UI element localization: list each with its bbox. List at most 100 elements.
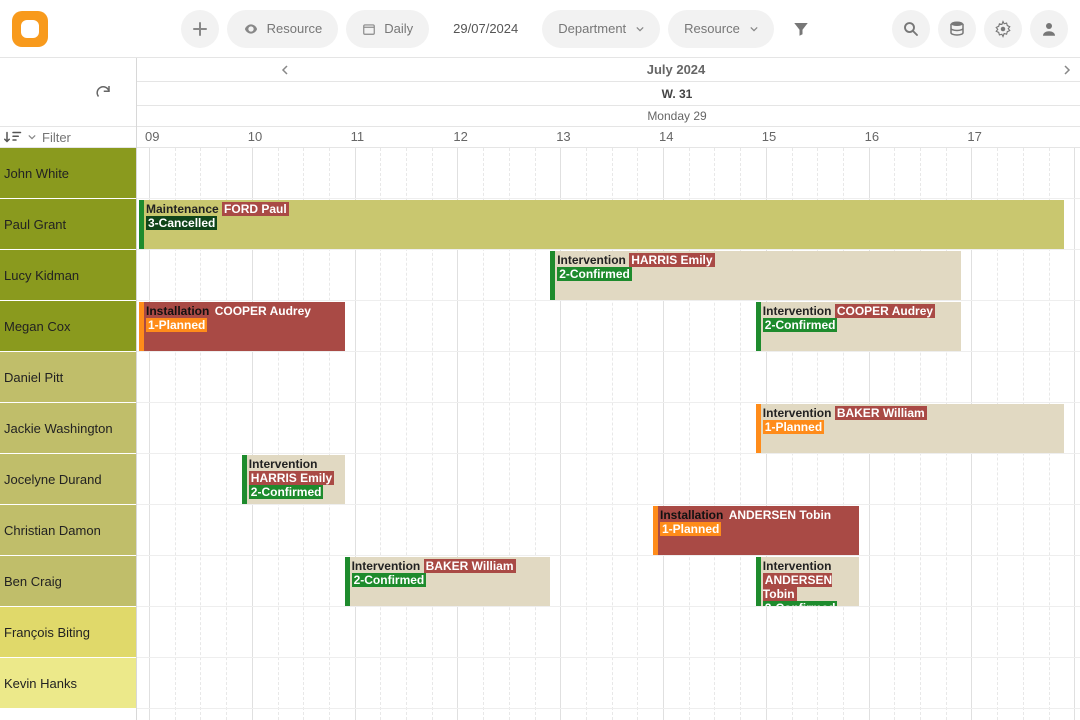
event-task: Intervention: [763, 559, 832, 573]
event[interactable]: Intervention BAKER William2-Confirmed: [345, 557, 551, 606]
event-task: Maintenance: [146, 202, 222, 216]
resource-cell[interactable]: Jackie Washington: [0, 403, 136, 454]
prev-date[interactable]: [272, 58, 298, 82]
event-client: COOPER Audrey: [835, 304, 935, 318]
left-panel: John WhitePaul GrantLucy KidmanMegan Cox…: [0, 58, 137, 720]
event[interactable]: Installation COOPER Audrey1-Planned: [139, 302, 345, 351]
chevron-down-icon: [28, 133, 36, 141]
event[interactable]: Intervention BAKER William 1-Planned: [756, 404, 1064, 453]
hour-label: 13: [556, 129, 570, 144]
timeline-row[interactable]: [137, 505, 1080, 556]
resource-cell[interactable]: Christian Damon: [0, 505, 136, 556]
next-date[interactable]: [1054, 58, 1080, 82]
event-task: Intervention: [249, 457, 318, 471]
calendar-icon: [362, 22, 376, 36]
event-task: Intervention: [557, 253, 629, 267]
hour-label: 14: [659, 129, 673, 144]
event[interactable]: Installation ANDERSEN Tobin 1-Planned: [653, 506, 859, 555]
refresh-button[interactable]: [94, 83, 112, 101]
event[interactable]: Intervention HARRIS Emily2-Confirmed: [550, 251, 961, 300]
database-icon: [948, 20, 966, 38]
timeline-row[interactable]: [137, 658, 1080, 709]
date-picker[interactable]: 29/07/2024: [437, 10, 534, 48]
resource-cell[interactable]: Paul Grant: [0, 199, 136, 250]
event-status: 1-Planned: [763, 420, 824, 434]
chevron-right-icon: [1062, 65, 1072, 75]
search-icon: [902, 20, 920, 38]
settings-button[interactable]: [984, 10, 1022, 48]
event[interactable]: InterventionHARRIS Emily2-Confirmed: [242, 455, 345, 504]
resource-cell[interactable]: Jocelyne Durand: [0, 454, 136, 505]
event-client: HARRIS Emily: [629, 253, 714, 267]
timeline-row[interactable]: [137, 556, 1080, 607]
funnel-filter-button[interactable]: [782, 10, 820, 48]
timescale-label: Daily: [384, 21, 413, 36]
timeline-row[interactable]: [137, 607, 1080, 658]
user-button[interactable]: [1030, 10, 1068, 48]
hour-label: 11: [351, 129, 365, 144]
resource-cell[interactable]: Daniel Pitt: [0, 352, 136, 403]
hour-label: 16: [865, 129, 879, 144]
event-task: Installation: [146, 304, 213, 318]
resource-cell[interactable]: Kevin Hanks: [0, 658, 136, 709]
resource-cell[interactable]: Lucy Kidman: [0, 250, 136, 301]
resource-cell[interactable]: François Biting: [0, 607, 136, 658]
hour-label: 17: [967, 129, 981, 144]
sort-icon: [4, 130, 22, 144]
date-value: 29/07/2024: [453, 21, 518, 36]
gear-icon: [994, 20, 1012, 38]
event-status: 2-Confirmed: [249, 485, 324, 499]
event-task: Intervention: [763, 304, 835, 318]
resource-filter[interactable]: Resource: [668, 10, 774, 48]
hour-label: 12: [453, 129, 467, 144]
resource-cell[interactable]: Megan Cox: [0, 301, 136, 352]
department-filter[interactable]: Department: [542, 10, 660, 48]
timescale-select[interactable]: Daily: [346, 10, 429, 48]
timeline-row[interactable]: [137, 148, 1080, 199]
event-client: HARRIS Emily: [249, 471, 334, 485]
sort-button[interactable]: [4, 130, 22, 144]
event[interactable]: Maintenance FORD Paul 3-Cancelled: [139, 200, 1064, 249]
chevron-down-icon: [636, 25, 644, 33]
resource-filter-label: Resource: [684, 21, 740, 36]
event[interactable]: InterventionANDERSEN Tobin2-Confirmed: [756, 557, 859, 606]
refresh-icon: [94, 83, 112, 101]
main: John WhitePaul GrantLucy KidmanMegan Cox…: [0, 58, 1080, 720]
resource-view-select[interactable]: Resource: [227, 10, 339, 48]
event-status: 3-Cancelled: [146, 216, 217, 230]
logo-icon: [12, 11, 48, 47]
chevron-left-icon: [280, 65, 290, 75]
event-status: 2-Confirmed: [352, 573, 427, 587]
resource-list: John WhitePaul GrantLucy KidmanMegan Cox…: [0, 148, 136, 720]
event-client: BAKER William: [835, 406, 927, 420]
resource-cell[interactable]: Ben Craig: [0, 556, 136, 607]
event-status: 2-Confirmed: [557, 267, 632, 281]
resource-cell[interactable]: John White: [0, 148, 136, 199]
timeline: July 2024 W. 31 Monday 29 09101112131415…: [137, 58, 1080, 720]
eye-icon: [243, 21, 259, 37]
add-button[interactable]: [181, 10, 219, 48]
event-task: Installation: [660, 508, 727, 522]
funnel-icon: [792, 20, 810, 38]
hour-header: 091011121314151617: [137, 126, 1080, 148]
data-button[interactable]: [938, 10, 976, 48]
refresh-area: [0, 58, 136, 126]
event-task: Intervention: [763, 406, 835, 420]
event[interactable]: Intervention COOPER Audrey2-Confirmed: [756, 302, 962, 351]
month-bar: July 2024: [137, 58, 1080, 82]
day-label: Monday 29: [137, 106, 1080, 126]
hour-label: 09: [145, 129, 159, 144]
event-client: FORD Paul: [222, 202, 289, 216]
grid-rows: Maintenance FORD Paul 3-Cancelled Interven…: [137, 148, 1080, 720]
resource-view-label: Resource: [267, 21, 323, 36]
filter-input[interactable]: [42, 130, 122, 145]
month-label: July 2024: [298, 62, 1054, 77]
event-status: 1-Planned: [660, 522, 721, 536]
search-button[interactable]: [892, 10, 930, 48]
toolbar: PlanningPME PREMIUM Resource Daily 29/07…: [0, 0, 1080, 58]
event-status: 2-Confirmed: [763, 601, 838, 606]
event-task: Intervention: [352, 559, 424, 573]
timeline-row[interactable]: [137, 352, 1080, 403]
event-client: COOPER Audrey: [213, 304, 313, 318]
event-client: ANDERSEN Tobin: [727, 508, 833, 522]
